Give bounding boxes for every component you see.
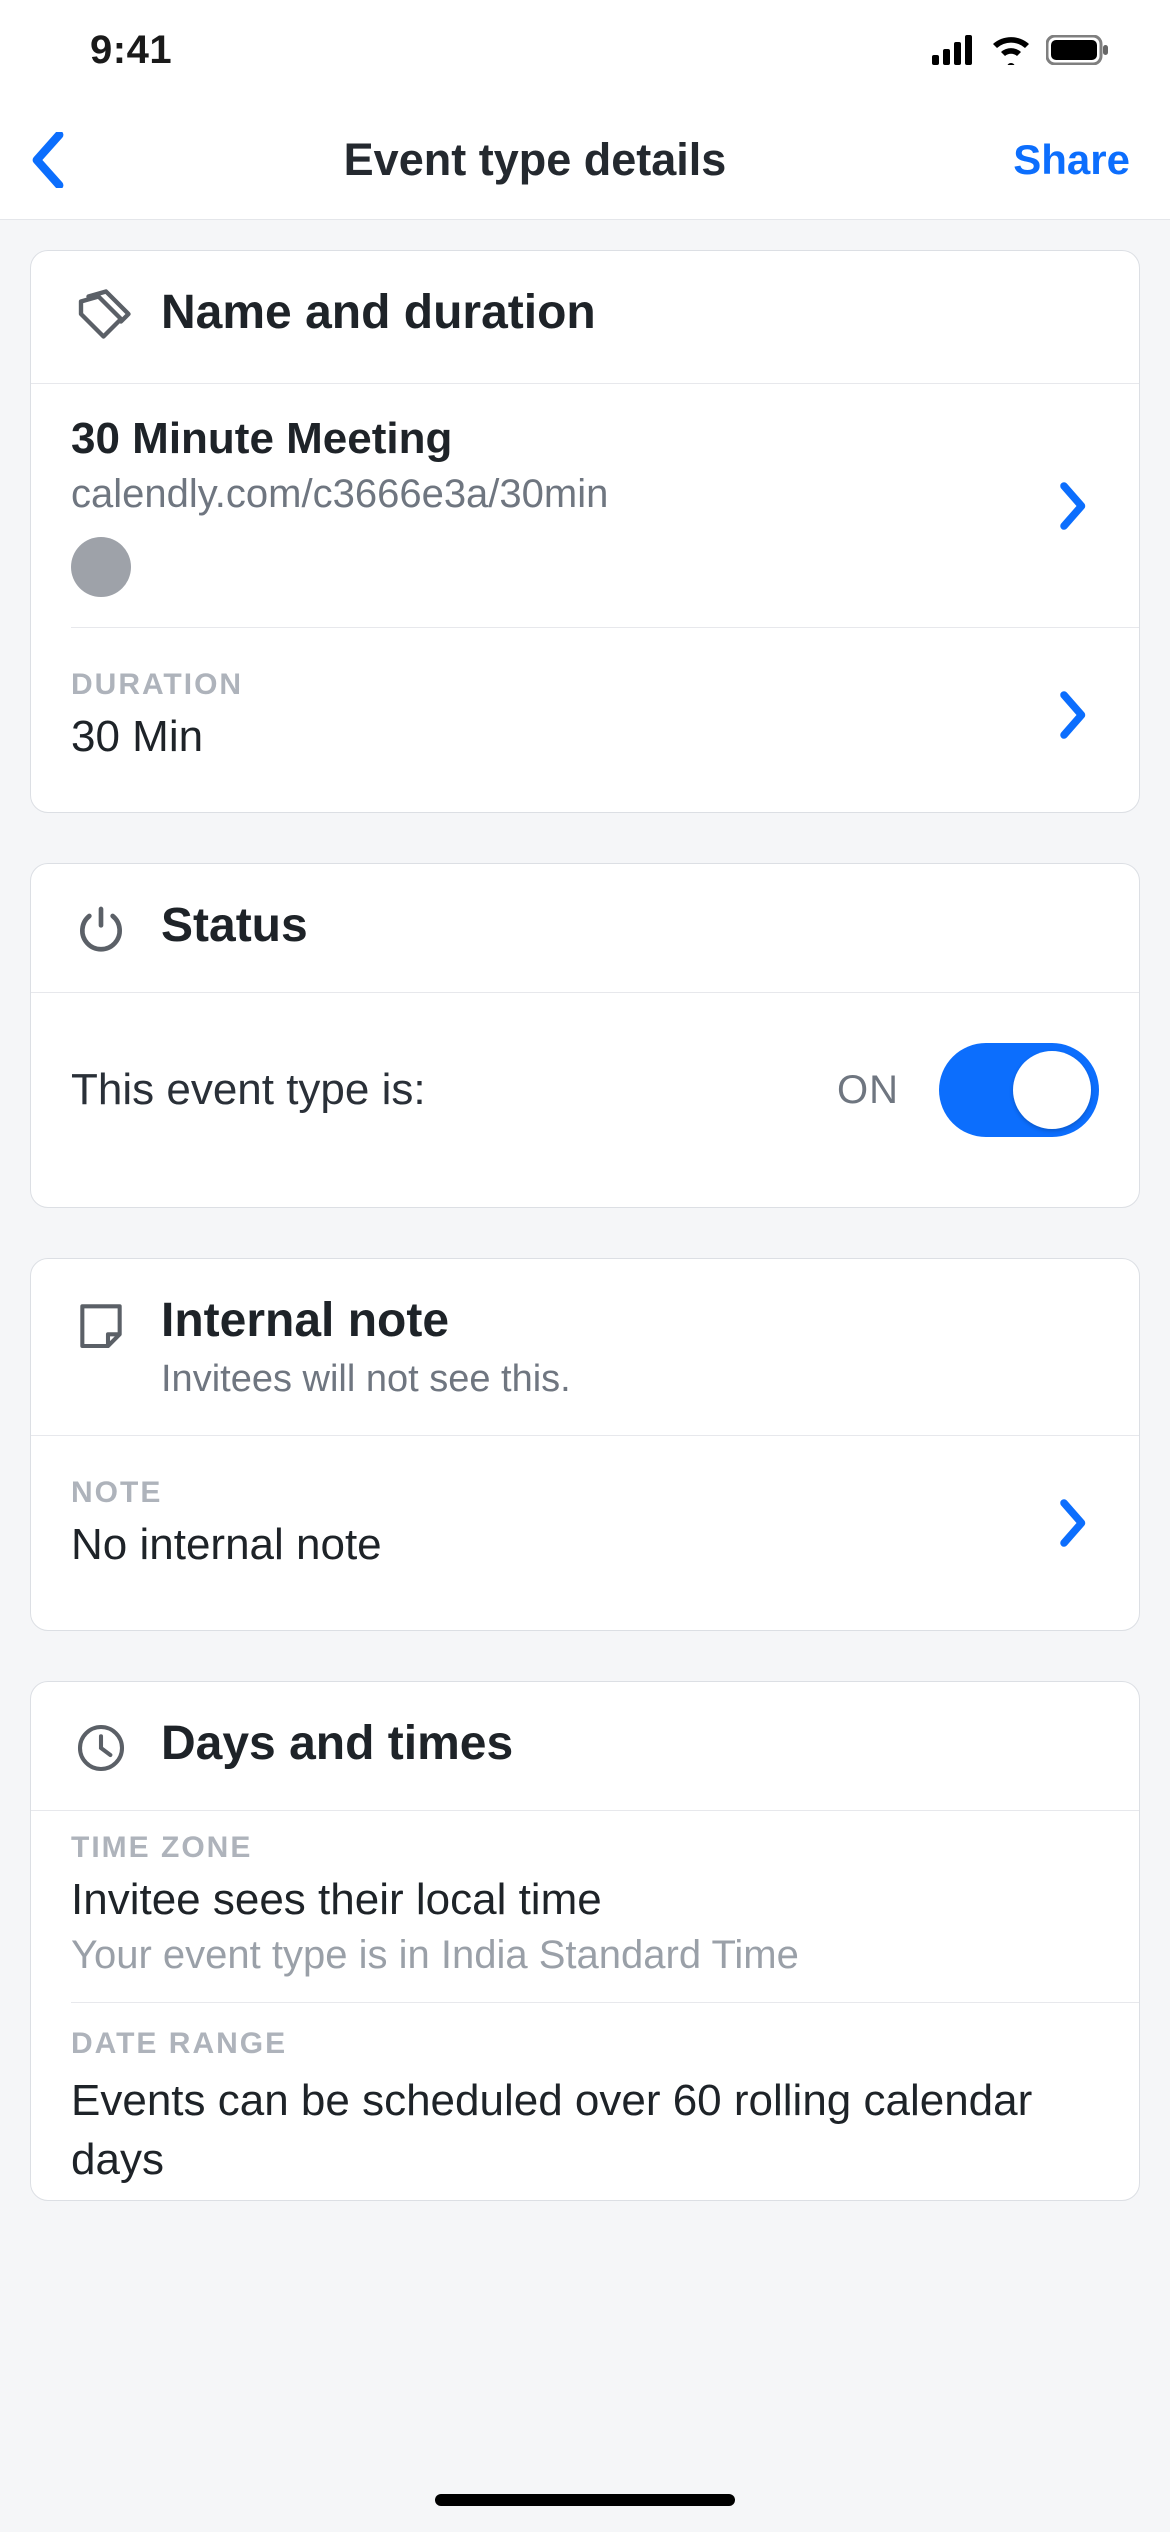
event-color-dot [71,537,131,597]
card-header-name-duration: Name and duration [31,251,1139,384]
note-label: NOTE [71,1476,1029,1510]
event-name: 30 Minute Meeting [71,414,1029,464]
timezone-note: Your event type is in India Standard Tim… [71,1933,1099,1978]
chevron-left-icon [30,132,66,188]
date-range-value: Events can be scheduled over 60 rolling … [71,2071,1099,2190]
chevron-right-icon [1049,1498,1099,1548]
row-status-toggle: This event type is: ON [31,993,1139,1207]
card-header-days-times: Days and times [31,1682,1139,1811]
status-time: 9:41 [90,28,172,73]
duration-value: 30 Min [71,712,1029,762]
card-title-internal-note: Internal note [161,1293,1099,1348]
chevron-right-icon [1049,690,1099,740]
power-icon [73,902,129,958]
card-status: Status This event type is: ON [30,863,1140,1208]
status-prompt: This event type is: [71,1065,837,1115]
card-title-name-duration: Name and duration [161,285,1099,340]
status-toggle[interactable] [939,1043,1099,1137]
row-timezone[interactable]: TIME ZONE Invitee sees their local time … [31,1811,1139,2002]
row-event-name[interactable]: 30 Minute Meeting calendly.com/c3666e3a/… [31,384,1139,627]
note-value: No internal note [71,1520,1029,1570]
tag-icon [71,289,131,349]
status-icons [932,35,1110,65]
card-name-duration: Name and duration 30 Minute Meeting cale… [30,250,1140,813]
card-days-times: Days and times TIME ZONE Invitee sees th… [30,1681,1140,2201]
duration-label: DURATION [71,668,1029,702]
chevron-right-icon [1049,481,1099,531]
nav-bar: Event type details Share [0,100,1170,220]
content: Name and duration 30 Minute Meeting cale… [0,220,1170,2201]
wifi-icon [990,35,1032,65]
clock-icon [73,1720,129,1776]
status-bar: 9:41 [0,0,1170,100]
status-state-label: ON [837,1068,899,1113]
card-internal-note: Internal note Invitees will not see this… [30,1258,1140,1631]
row-date-range[interactable]: DATE RANGE Events can be scheduled over … [31,2003,1139,2200]
battery-icon [1046,35,1110,65]
toggle-knob [1013,1051,1091,1129]
card-subtitle-internal-note: Invitees will not see this. [161,1358,1099,1401]
card-header-status: Status [31,864,1139,993]
home-indicator[interactable] [435,2494,735,2506]
card-title-status: Status [161,898,1099,953]
card-header-internal-note: Internal note Invitees will not see this… [31,1259,1139,1436]
card-title-days-times: Days and times [161,1716,1099,1771]
cellular-icon [932,35,976,65]
row-duration[interactable]: DURATION 30 Min [31,628,1139,812]
row-note[interactable]: NOTE No internal note [31,1436,1139,1630]
timezone-value: Invitee sees their local time [71,1875,1099,1925]
share-button[interactable]: Share [970,136,1130,184]
back-button[interactable] [20,132,100,188]
date-range-label: DATE RANGE [71,2027,1099,2061]
timezone-label: TIME ZONE [71,1831,1099,1865]
event-url: calendly.com/c3666e3a/30min [71,472,1029,517]
page-title: Event type details [100,134,970,186]
note-icon [73,1297,129,1353]
